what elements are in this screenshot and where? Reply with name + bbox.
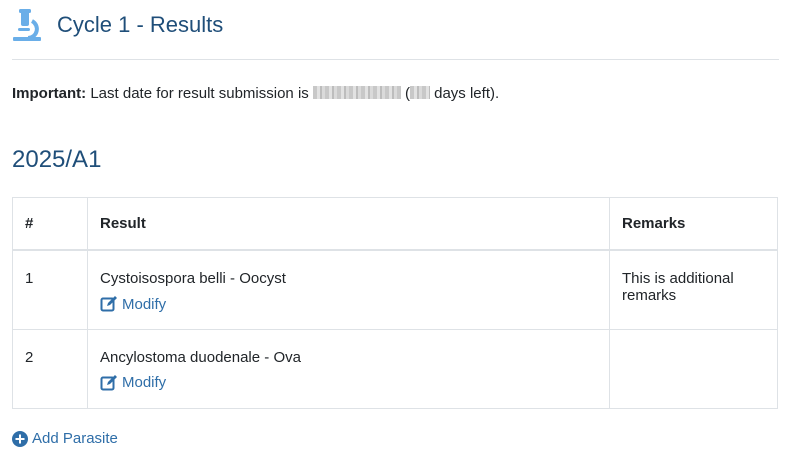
- add-parasite-button[interactable]: Add Parasite: [12, 430, 118, 447]
- row-result-cell: Ancylostoma duodenale - Ova Modify: [87, 328, 610, 409]
- row-result-cell: Cystoisospora belli - Oocyst Modify: [87, 249, 610, 330]
- row-num: 1: [12, 249, 88, 330]
- modify-label: Modify: [122, 374, 167, 391]
- header-remarks: Remarks: [609, 197, 778, 251]
- table-row: 2 Ancylostoma duodenale - Ova Modify: [12, 328, 778, 409]
- row-num: 2: [12, 328, 88, 409]
- notice-paren: (: [400, 85, 410, 102]
- notice-label: Important:: [12, 85, 87, 102]
- row-remarks: [609, 328, 778, 409]
- redacted-days: [409, 86, 430, 99]
- table-header-row: # Result Remarks: [12, 197, 778, 251]
- notice-days-text: days left).: [429, 85, 500, 102]
- microscope-icon: [13, 9, 41, 41]
- divider: [12, 59, 779, 60]
- redacted-date: [312, 86, 401, 99]
- modify-button[interactable]: Modify: [100, 374, 166, 392]
- add-parasite-label: Add Parasite: [32, 430, 118, 447]
- results-table: # Result Remarks 1 Cystoisospora belli -…: [12, 197, 778, 409]
- modify-button[interactable]: Modify: [100, 295, 166, 313]
- modify-label: Modify: [122, 295, 167, 313]
- row-remarks: This is additional remarks: [609, 249, 778, 330]
- header-result: Result: [87, 197, 610, 251]
- edit-icon: [100, 374, 117, 390]
- page-title: Cycle 1 - Results: [57, 12, 224, 37]
- row-result: Ancylostoma duodenale - Ova: [100, 348, 301, 366]
- section-title: 2025/A1: [12, 146, 102, 173]
- plus-circle-icon: [12, 430, 28, 447]
- header-num: #: [12, 197, 88, 251]
- edit-icon: [100, 296, 117, 312]
- submission-notice: Important: Last date for result submissi…: [12, 85, 499, 102]
- row-result: Cystoisospora belli - Oocyst: [100, 270, 286, 287]
- notice-text: Last date for result submission is: [90, 85, 309, 102]
- page-header: Cycle 1 - Results: [12, 8, 223, 42]
- table-row: 1 Cystoisospora belli - Oocyst Modify Th…: [12, 249, 778, 330]
